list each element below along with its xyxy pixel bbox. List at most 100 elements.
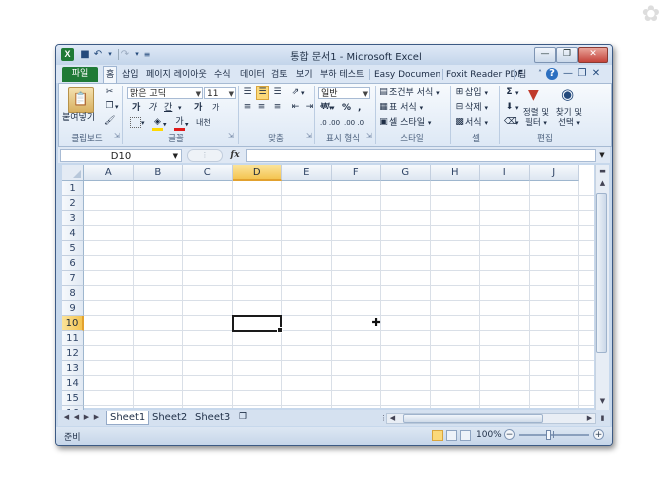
autosum-icon[interactable]: Σ ▾ [504,87,518,99]
restore-button[interactable]: ❐ [556,47,578,63]
tab-formulas[interactable]: 수식 [214,68,231,82]
format-cells-button[interactable]: ▩서식 ▾ [454,117,488,129]
split-box-horizontal-icon[interactable]: ▮ [597,413,608,424]
delete-cells-button[interactable]: ⊟ 삭제 ▾ [454,102,488,114]
insert-worksheet-icon[interactable]: ❐ [236,411,250,424]
row-header[interactable]: 4 [62,226,84,241]
scroll-right-icon[interactable]: ▶ [584,413,595,424]
column-header[interactable]: I [480,165,530,181]
split-box-icon[interactable]: ▬ [597,166,608,177]
ribbon-close-icon[interactable]: ✕ [590,68,602,80]
scroll-left-icon[interactable]: ◀ [387,413,398,424]
sheet-tab-sheet1[interactable]: Sheet1 [106,411,150,425]
undo-dropdown-icon[interactable]: ▾ [104,48,116,61]
zoom-slider-thumb[interactable] [546,430,551,440]
minimize-button[interactable]: — [534,47,556,63]
page-layout-view-icon[interactable] [446,430,457,441]
row-header[interactable]: 10 [62,316,84,331]
column-header[interactable]: D [232,165,282,181]
name-box[interactable]: D10 ▼ [60,149,182,162]
row-header[interactable]: 13 [62,361,84,376]
expand-formula-bar-icon[interactable]: ▼ [597,149,607,162]
sheet-tab-sheet3[interactable]: Sheet3 [192,411,233,424]
row-header[interactable]: 2 [62,196,84,211]
redo-icon[interactable]: ↷ [119,48,131,61]
zoom-slider[interactable] [519,434,589,436]
ribbon-minimize-icon[interactable]: — [562,68,574,80]
italic-button[interactable]: 가 [148,102,156,114]
row-header[interactable]: 6 [62,256,84,271]
tab-team[interactable]: 팀 [518,68,526,82]
shrink-font-button[interactable]: 가 [212,102,219,114]
conditional-formatting-button[interactable]: ▤조건부 서식 ▾ [378,87,439,99]
excel-logo-icon[interactable]: X [61,48,74,61]
vertical-scroll-thumb[interactable] [596,193,607,353]
paste-icon[interactable]: 📋 [68,87,94,113]
insert-cells-button[interactable]: ⊞ 삽입 ▾ [454,87,488,99]
alignment-dialog-launcher-icon[interactable]: ⇲ [306,133,313,140]
column-header[interactable]: F [331,165,381,181]
border-icon[interactable]: ▾ [130,117,145,129]
tab-data[interactable]: 데이터 [240,68,265,82]
increase-decimal-button[interactable]: .0 .00 [320,117,340,129]
align-center-icon[interactable]: ≡ [256,102,267,114]
row-header[interactable]: 7 [62,271,84,286]
find-select-button[interactable]: 찾기 및 선택 ▾ [553,108,585,128]
row-header[interactable]: 14 [62,376,84,391]
decrease-decimal-button[interactable]: .00 .0 [344,117,364,129]
active-cell[interactable] [231,315,283,333]
column-header[interactable]: H [430,165,480,181]
align-top-icon[interactable]: ☰ [242,87,253,99]
cell-styles-button[interactable]: ▣셀 스타일 ▾ [378,117,431,129]
row-header[interactable]: 12 [62,346,84,361]
formula-bar-splitter[interactable]: ⋮ [187,149,223,162]
tab-page-layout[interactable]: 페이지 레이아웃 [146,68,207,82]
worksheet-grid[interactable]: ABCDEFGHIJ12345678910111213141516✚ [62,165,594,421]
format-painter-icon[interactable]: 🖌 [104,116,115,128]
text-orientation-icon[interactable]: ⇗ ▾ [290,87,305,99]
column-header[interactable]: J [529,165,579,181]
clipboard-dialog-launcher-icon[interactable]: ⇲ [114,133,121,140]
save-icon[interactable]: ■ [79,48,91,61]
font-name-select[interactable]: 맑은 고딕 ▼ [127,87,203,99]
row-header[interactable]: 9 [62,301,84,316]
insert-function-button[interactable]: fx [228,149,242,162]
percent-style-button[interactable]: % [342,102,351,114]
fill-icon[interactable]: ⬇ ▾ [504,102,519,114]
column-header[interactable]: A [84,165,134,181]
fill-handle[interactable] [277,327,283,333]
scroll-up-icon[interactable]: ▲ [597,178,608,189]
align-right-icon[interactable]: ≡ [272,102,283,114]
zoom-out-icon[interactable]: − [504,429,515,440]
tab-home[interactable]: 홈 [103,66,118,84]
tab-view[interactable]: 보기 [296,68,313,82]
number-format-select[interactable]: 일반 ▼ [318,87,370,99]
tab-load-test[interactable]: 부하 테스트 [320,68,364,82]
paste-button-label[interactable]: 붙여넣기 [62,112,95,124]
row-header[interactable]: 11 [62,331,84,346]
zoom-level[interactable]: 100% [476,430,502,440]
copy-icon[interactable]: ❐▾ [104,101,118,113]
normal-view-icon[interactable] [432,430,443,441]
ribbon-restore-icon[interactable]: ❐ [576,68,588,80]
row-header[interactable]: 15 [62,391,84,406]
phonetic-guide-button[interactable]: 내천 [196,117,211,129]
page-break-preview-icon[interactable] [460,430,471,441]
sort-filter-button[interactable]: 정렬 및 필터 ▾ [522,108,550,128]
grow-font-button[interactable]: 가 [194,102,202,114]
zoom-in-icon[interactable]: + [593,429,604,440]
align-left-icon[interactable]: ≡ [242,102,253,114]
column-header[interactable]: C [183,165,233,181]
tab-easy-document[interactable]: Easy Document C [374,68,440,82]
decrease-indent-icon[interactable]: ⇤ [290,102,301,114]
scroll-down-icon[interactable]: ▼ [597,396,608,407]
font-color-button[interactable]: 가▾ [174,117,189,131]
row-header[interactable]: 8 [62,286,84,301]
format-as-table-button[interactable]: ▦표 서식 ▾ [378,102,423,114]
bold-button[interactable]: 가 [132,102,140,114]
close-button[interactable]: ✕ [578,47,608,63]
horizontal-scroll-thumb[interactable] [403,414,543,423]
tab-file[interactable]: 파일 [62,67,98,82]
select-all-button[interactable] [62,165,84,181]
fill-color-icon[interactable]: ◈ ▾ [152,117,167,131]
